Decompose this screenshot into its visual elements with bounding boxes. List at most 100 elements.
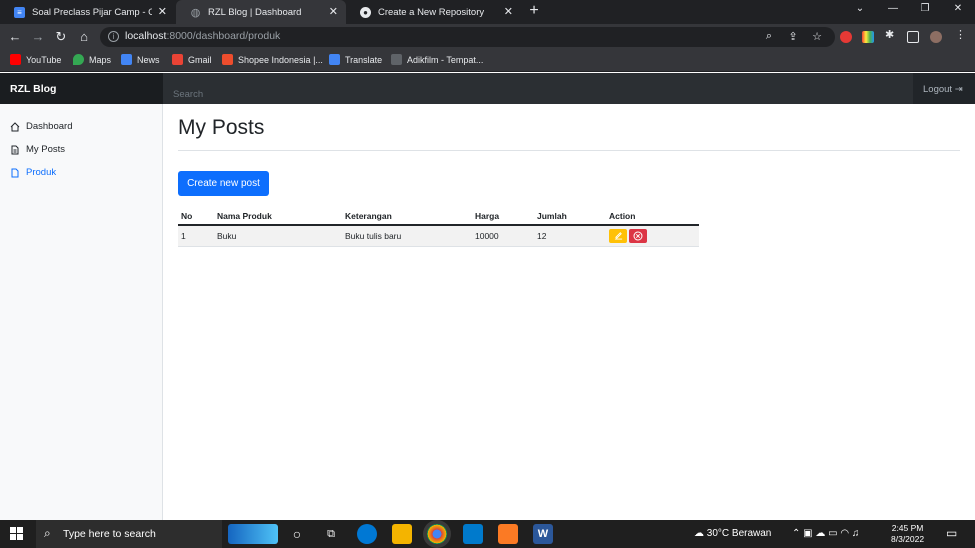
- task-view-icon[interactable]: ⧉: [321, 524, 341, 544]
- logout-icon: ⇥: [954, 84, 963, 95]
- cell-nama-produk: Buku: [214, 225, 342, 247]
- shopee-icon: [222, 54, 233, 65]
- sidebar-item-produk[interactable]: Produk: [10, 167, 56, 178]
- search-highlight-icon[interactable]: [228, 524, 278, 544]
- browser-tab-strip: ≡ Soal Preclass Pijar Camp - Google ✕ ◍ …: [0, 0, 975, 24]
- home-icon: [10, 121, 20, 132]
- chrome-icon[interactable]: [427, 524, 447, 544]
- avatar[interactable]: [930, 31, 942, 43]
- main-content: My Posts Create new post No Nama Produk …: [163, 104, 975, 520]
- x-circle-icon: [633, 231, 643, 241]
- close-icon[interactable]: ✕: [504, 5, 513, 19]
- bookmark-shopee[interactable]: Shopee Indonesia |...: [222, 54, 323, 65]
- edit-button[interactable]: [609, 228, 627, 243]
- github-icon: ●: [360, 6, 371, 18]
- bookmark-translate[interactable]: Translate: [329, 54, 382, 65]
- bookmark-youtube[interactable]: YouTube: [10, 54, 61, 65]
- home-icon[interactable]: ⌂: [77, 29, 91, 45]
- close-window-button[interactable]: ✕: [951, 3, 965, 14]
- file-text-icon: [10, 145, 20, 155]
- windows-taskbar: ⌕ Type here to search ○ ⧉ W ☁ 30°C Beraw…: [0, 520, 975, 548]
- delete-button[interactable]: [629, 228, 647, 243]
- column-header-action: Action: [606, 207, 699, 226]
- side-panel-icon[interactable]: [907, 31, 919, 43]
- adikfilm-icon: [391, 54, 402, 65]
- share-icon[interactable]: ⇪: [786, 30, 800, 43]
- restore-button[interactable]: ❐: [918, 3, 932, 14]
- cell-harga: 10000: [472, 225, 534, 247]
- cloud-icon: ☁: [694, 528, 704, 539]
- url-text[interactable]: localhost:8000/dashboard/produk: [125, 30, 280, 42]
- file-explorer-icon[interactable]: [392, 524, 412, 544]
- search-input[interactable]: [163, 73, 913, 104]
- cortana-icon[interactable]: ○: [287, 524, 307, 544]
- gmail-icon: [172, 54, 183, 65]
- table-header-row: No Nama Produk Keterangan Harga Jumlah A…: [178, 207, 699, 226]
- brand-link[interactable]: RZL Blog: [0, 73, 163, 104]
- sidebar-item-dashboard[interactable]: Dashboard: [10, 121, 72, 132]
- cell-keterangan: Buku tulis baru: [342, 225, 472, 247]
- bookmark-news[interactable]: News: [121, 54, 160, 65]
- vscode-icon[interactable]: [463, 524, 483, 544]
- color-picker-extension-icon[interactable]: [862, 31, 874, 43]
- edge-icon[interactable]: [357, 524, 377, 544]
- products-table: No Nama Produk Keterangan Harga Jumlah A…: [178, 207, 699, 247]
- adblock-icon[interactable]: [840, 31, 852, 43]
- news-icon: [121, 54, 132, 65]
- search-icon: ⌕: [44, 526, 51, 540]
- new-tab-button[interactable]: +: [527, 2, 541, 20]
- taskbar-clock[interactable]: 2:45 PM 8/3/2022: [891, 523, 924, 545]
- tab-soal-preclass[interactable]: ≡ Soal Preclass Pijar Camp - Google ✕: [0, 0, 175, 24]
- cell-action: [606, 225, 699, 247]
- app-navbar: RZL Blog Logout ⇥: [0, 73, 975, 104]
- zoom-search-icon[interactable]: ⌕: [762, 30, 776, 43]
- tab-search-icon[interactable]: ⌄: [853, 3, 867, 14]
- column-header-no: No: [178, 207, 214, 226]
- column-header-jumlah: Jumlah: [534, 207, 606, 226]
- logout-button[interactable]: Logout ⇥: [913, 73, 975, 104]
- bookmarks-bar: YouTube Maps News Gmail Shopee Indonesia…: [0, 50, 975, 72]
- more-menu-icon[interactable]: ⋮: [955, 28, 967, 41]
- windows-start-icon[interactable]: [10, 527, 23, 540]
- bookmark-gmail[interactable]: Gmail: [172, 54, 212, 65]
- close-icon[interactable]: ✕: [158, 5, 167, 19]
- puzzle-icon[interactable]: ✱: [885, 28, 897, 41]
- bookmark-maps[interactable]: Maps: [73, 54, 111, 65]
- maps-icon: [73, 54, 84, 65]
- title-divider: [178, 150, 960, 151]
- google-docs-icon: ≡: [14, 6, 25, 18]
- info-icon[interactable]: i: [108, 31, 119, 42]
- sidebar: Dashboard My Posts Produk: [0, 104, 163, 520]
- page-title: My Posts: [178, 116, 265, 139]
- browser-toolbar: ← → ↻ ⌂ i localhost:8000/dashboard/produ…: [0, 24, 975, 50]
- translate-icon: [329, 54, 340, 65]
- globe-icon: ◍: [190, 6, 201, 19]
- reload-icon[interactable]: ↻: [54, 29, 68, 45]
- back-icon[interactable]: ←: [8, 29, 22, 45]
- table-row: 1 Buku Buku tulis baru 10000 12: [178, 225, 699, 247]
- weather-widget[interactable]: ☁ 30°C Berawan: [694, 528, 771, 539]
- minimize-button[interactable]: —: [886, 3, 900, 14]
- create-new-post-button[interactable]: Create new post: [178, 171, 269, 196]
- bookmark-star-icon[interactable]: ☆: [810, 30, 824, 43]
- youtube-icon: [10, 54, 21, 65]
- taskbar-search-box[interactable]: ⌕ Type here to search: [36, 520, 222, 548]
- close-icon[interactable]: ✕: [329, 5, 338, 19]
- xampp-icon[interactable]: [498, 524, 518, 544]
- tab-rzl-blog[interactable]: ◍ RZL Blog | Dashboard ✕: [176, 0, 346, 24]
- notification-icon[interactable]: ▭: [946, 526, 957, 540]
- column-header-harga: Harga: [472, 207, 534, 226]
- sidebar-item-my-posts[interactable]: My Posts: [10, 144, 65, 155]
- file-icon: [10, 168, 20, 178]
- cell-no: 1: [178, 225, 214, 247]
- word-icon[interactable]: W: [533, 524, 553, 544]
- bookmark-adikfilm[interactable]: Adikfilm - Tempat...: [391, 54, 483, 65]
- forward-icon[interactable]: →: [31, 29, 45, 45]
- edit-icon: [614, 232, 622, 240]
- column-header-nama-produk: Nama Produk: [214, 207, 342, 226]
- system-tray-icons[interactable]: ⌃ ▣ ☁ ▭ ◠ ♫: [792, 528, 859, 539]
- cell-jumlah: 12: [534, 225, 606, 247]
- address-bar[interactable]: i localhost:8000/dashboard/produk ⌕ ⇪ ☆: [100, 27, 835, 47]
- column-header-keterangan: Keterangan: [342, 207, 472, 226]
- tab-create-repository[interactable]: ● Create a New Repository ✕: [346, 0, 521, 24]
